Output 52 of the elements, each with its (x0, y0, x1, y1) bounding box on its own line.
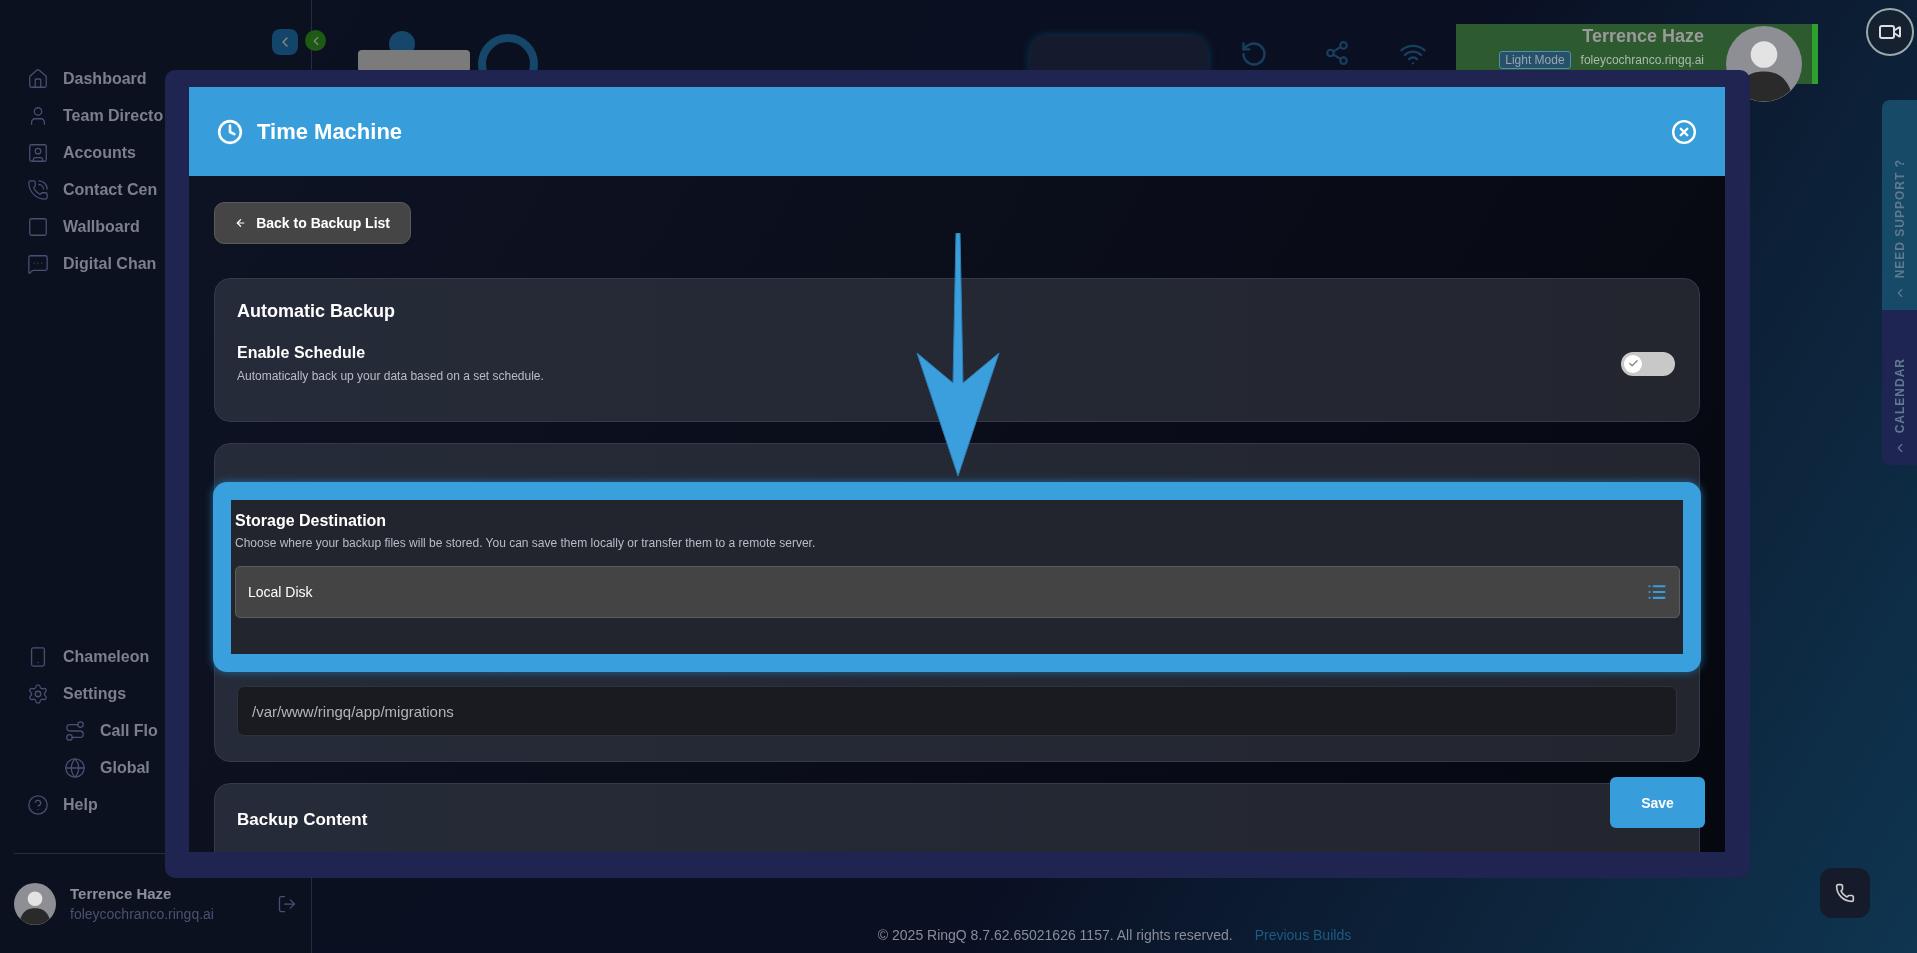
nav-item[interactable]: Accounts (63, 143, 136, 162)
refresh-icon[interactable] (1240, 40, 1268, 68)
side-tab[interactable]: CALENDAR (1882, 310, 1917, 465)
user-name: Terrence Haze (70, 885, 173, 902)
storage-select[interactable]: Local Disk (235, 566, 1680, 618)
user-name: Terrence Haze (1582, 26, 1704, 47)
nav-icon (64, 719, 86, 742)
back-button[interactable]: Back to Backup List (214, 202, 411, 244)
phone-icon (1835, 883, 1855, 903)
close-icon[interactable] (1671, 118, 1697, 145)
nav-icon (27, 67, 49, 90)
setting-description: Automatically back up your data based on a set schedule. (237, 369, 545, 383)
logout-icon[interactable] (277, 893, 297, 914)
video-button[interactable] (1866, 8, 1914, 56)
nav-icon (64, 756, 86, 779)
save-button[interactable]: Save (1610, 777, 1705, 828)
user-email: foleycochranco.ringq.ai (1580, 53, 1704, 67)
nav-icon (27, 178, 49, 201)
mode-badge[interactable]: Light Mode (1499, 51, 1571, 69)
nav-item[interactable]: Digital Chan (63, 254, 157, 273)
nav-item[interactable]: Wallboard (63, 217, 140, 236)
section-title: Backup Content (237, 810, 369, 830)
nav-subitem[interactable]: Call Flo (100, 721, 158, 740)
path-field[interactable]: /var/www/ringq/app/migrations (237, 686, 1677, 736)
nav-icon (27, 252, 49, 275)
user-email: foleycochranco.ringq.ai (70, 906, 215, 922)
check-icon (1627, 358, 1639, 369)
section-title: Automatic Backup (237, 301, 397, 322)
nav-item[interactable]: Chameleon (63, 647, 150, 666)
nav-icon (27, 215, 49, 238)
nav-item[interactable]: Help (63, 795, 98, 814)
phone-button[interactable] (1820, 868, 1870, 918)
schedule-toggle[interactable] (1621, 351, 1675, 376)
logo-icon (358, 30, 538, 72)
setting-description: Choose where your backup files will be stored. You can save them locally or transfer them to a remote server. (235, 536, 817, 550)
share-icon[interactable] (1324, 40, 1350, 66)
nav-item[interactable]: Team Directo (63, 106, 164, 125)
setting-label: Enable Schedule (237, 344, 367, 362)
modal-title: Time Machine (257, 118, 404, 145)
list-icon (1647, 582, 1667, 602)
nav-item[interactable]: Contact Cen (63, 180, 158, 199)
setting-label: Storage Destination (235, 512, 388, 530)
nav-icon (27, 141, 49, 164)
nav-item[interactable]: Dashboard (63, 69, 147, 88)
nav-subitem[interactable]: Global (100, 758, 150, 777)
nav-icon (27, 682, 49, 705)
collapse-button[interactable] (272, 29, 298, 55)
clock-icon (217, 118, 243, 145)
nav-item[interactable]: Settings (63, 684, 127, 703)
nav-icon (27, 793, 49, 816)
avatar (14, 882, 56, 925)
copyright-text: © 2025 RingQ 8.7.62.65021626 1157. All rights reserved. (877, 927, 1233, 943)
